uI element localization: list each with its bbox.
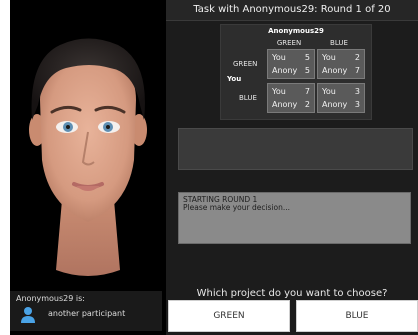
opponent-name: Anonymous29 <box>268 27 324 35</box>
cell-opp-value: 3 <box>354 100 360 109</box>
cell-you-value: 3 <box>354 87 360 96</box>
participant-info: Anonymous29 is: another participant <box>10 291 162 331</box>
cell-opp-value: 5 <box>304 66 310 75</box>
col-label-green: GREEN <box>276 39 302 47</box>
cell-opp-value: 7 <box>354 66 360 75</box>
cell-you-value: 2 <box>354 53 360 62</box>
row-label-green: GREEN <box>233 60 258 68</box>
cell-you-value: 7 <box>304 87 310 96</box>
participant-description: another participant <box>48 309 126 318</box>
person-icon <box>20 306 36 324</box>
row-label-blue: BLUE <box>239 94 257 102</box>
cell-you-label: You <box>272 53 286 62</box>
cell-opp-label: Anony <box>272 100 298 109</box>
cell-you-value: 5 <box>304 53 310 62</box>
avatar-face-illustration <box>29 38 147 276</box>
message-line-2: Please make your decision... <box>183 203 291 212</box>
game-panel: Task with Anonymous29: Round 1 of 20 Ano… <box>166 0 418 335</box>
cell-you-label: You <box>322 87 336 96</box>
task-header: Task with Anonymous29: Round 1 of 20 <box>166 0 418 21</box>
cell-you-label: You <box>322 53 336 62</box>
payoff-cell-blue-green: You 7 Anony 2 <box>267 83 315 113</box>
payoff-cell-green-green: You 5 Anony 5 <box>267 49 315 79</box>
cell-opp-label: Anony <box>272 66 298 75</box>
payoff-matrix: Anonymous29 GREEN BLUE GREEN You BLUE Yo… <box>220 24 372 120</box>
green-choice-button[interactable]: GREEN <box>168 300 290 332</box>
avatar-face <box>10 0 166 288</box>
payoff-cell-blue-blue: You 3 Anony 3 <box>317 83 365 113</box>
feedback-area <box>178 128 413 170</box>
cell-opp-label: Anony <box>322 100 348 109</box>
row-player-label: You <box>227 75 242 83</box>
col-label-blue: BLUE <box>330 39 348 47</box>
message-log: STARTING ROUND 1 Please make your decisi… <box>178 192 411 244</box>
cell-opp-label: Anony <box>322 66 348 75</box>
avatar-panel <box>10 0 166 335</box>
choice-prompt: Which project do you want to choose? <box>196 288 388 299</box>
blue-choice-button[interactable]: BLUE <box>296 300 418 332</box>
payoff-cell-green-blue: You 2 Anony 7 <box>317 49 365 79</box>
cell-you-label: You <box>272 87 286 96</box>
participant-title: Anonymous29 is: <box>16 294 85 303</box>
cell-opp-value: 2 <box>304 100 310 109</box>
